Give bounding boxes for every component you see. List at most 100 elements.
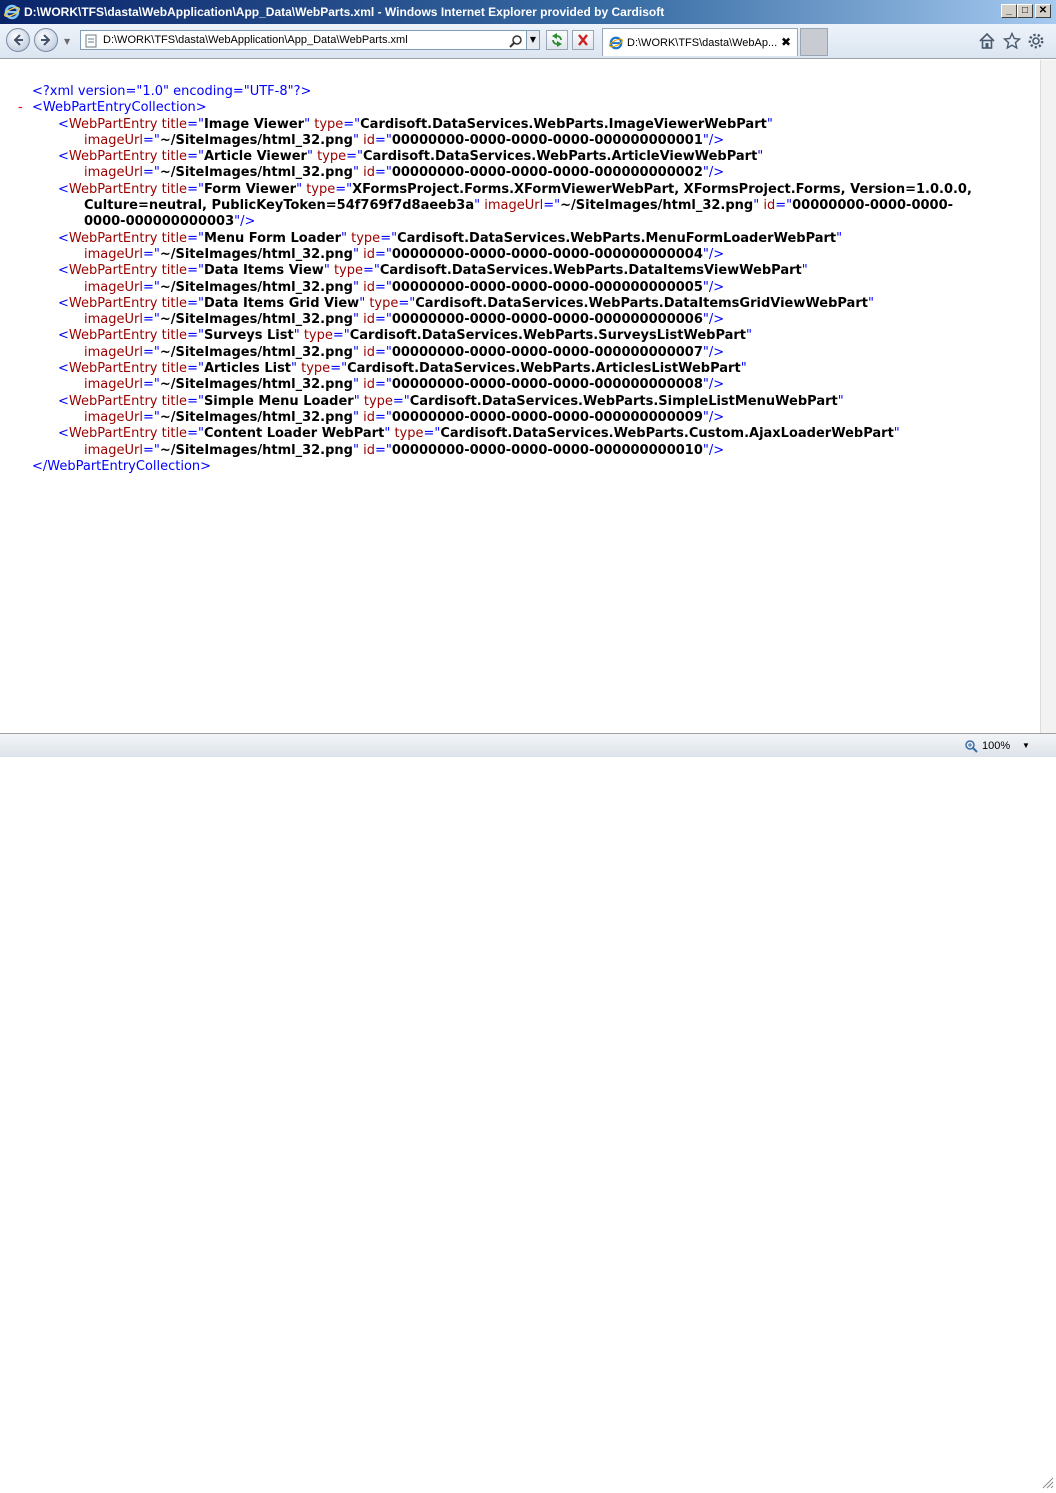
xml-quote: =" bbox=[374, 312, 392, 328]
zoom-dropdown-icon[interactable]: ▼ bbox=[1022, 741, 1030, 750]
address-input[interactable] bbox=[103, 32, 483, 48]
gear-icon[interactable] bbox=[1027, 32, 1045, 54]
entry-line: imageUrl="~/SiteImages/html_32.png" id="… bbox=[0, 443, 1040, 459]
attr-name: imageUrl bbox=[84, 409, 143, 425]
entry-title: Image Viewer bbox=[203, 116, 305, 132]
entry-line: Culture=neutral, PublicKeyToken=54f769f7… bbox=[0, 198, 1040, 214]
new-tab-button[interactable] bbox=[800, 28, 828, 56]
entry-type: Cardisoft.DataServices.WebParts.DataItem… bbox=[415, 295, 868, 311]
address-bar[interactable] bbox=[80, 30, 528, 50]
xml-quote: " bbox=[474, 198, 485, 214]
entry-image-url: ~/SiteImages/html_32.png bbox=[159, 132, 353, 148]
home-icon[interactable] bbox=[978, 32, 996, 54]
entry-line: imageUrl="~/SiteImages/html_32.png" id="… bbox=[0, 165, 1040, 181]
xml-bracket: "/> bbox=[702, 165, 725, 181]
zoom-control[interactable]: 100% ▼ bbox=[960, 737, 1040, 755]
vertical-scrollbar[interactable] bbox=[1040, 60, 1056, 733]
forward-arrow-icon bbox=[41, 34, 51, 46]
attr-name: type bbox=[306, 181, 336, 197]
attr-name: imageUrl bbox=[84, 377, 143, 393]
refresh-button[interactable] bbox=[546, 30, 568, 50]
history-dropdown-icon[interactable]: ▼ bbox=[64, 37, 70, 46]
resize-grip-icon[interactable] bbox=[1040, 1474, 1054, 1489]
xml-quote: =" bbox=[343, 116, 361, 132]
search-icon[interactable] bbox=[509, 33, 523, 52]
xml-quote: =" bbox=[362, 263, 380, 279]
attr-name: type bbox=[301, 361, 331, 377]
xml-quote: =" bbox=[380, 230, 398, 246]
xml-quote: " bbox=[352, 312, 364, 328]
close-button[interactable]: ✕ bbox=[1035, 4, 1051, 18]
xml-quote: =" bbox=[330, 361, 348, 377]
attr-name: id bbox=[763, 198, 776, 214]
star-icon[interactable] bbox=[1002, 31, 1022, 54]
xml-viewer: <?xml version="1.0" encoding="UTF-8"?> -… bbox=[0, 60, 1040, 733]
entry-type: Cardisoft.DataServices.WebParts.MenuForm… bbox=[397, 230, 837, 246]
xml-quote: " bbox=[352, 344, 364, 360]
minimize-button[interactable]: _ bbox=[1001, 4, 1017, 18]
xml-quote: " bbox=[359, 295, 370, 311]
attr-name: imageUrl bbox=[84, 442, 143, 458]
tab-close-icon[interactable]: ✖ bbox=[781, 35, 791, 49]
attr-name: imageUrl bbox=[84, 279, 143, 295]
back-button[interactable] bbox=[6, 28, 30, 52]
xml-quote: " bbox=[837, 393, 844, 409]
attr-name: id bbox=[363, 246, 375, 262]
xml-quote: " bbox=[306, 149, 318, 165]
xml-quote: " bbox=[352, 442, 364, 458]
entry-tag-name: WebPartEntry bbox=[68, 263, 162, 279]
xml-quote: " bbox=[352, 377, 364, 393]
xml-quote: " bbox=[836, 230, 843, 246]
entry-id: 00000000-0000-0000-0000-000000000010 bbox=[391, 442, 703, 458]
xml-quote: " bbox=[740, 361, 747, 377]
xml-quote: " bbox=[352, 246, 364, 262]
xml-quote: =" bbox=[374, 279, 392, 295]
entry-line: <WebPartEntry title="Simple Menu Loader"… bbox=[0, 394, 1040, 410]
xml-quote: " bbox=[352, 409, 364, 425]
attr-name: type bbox=[369, 295, 399, 311]
entry-id: 00000000-0000-0000-0000-000000000007 bbox=[391, 344, 703, 360]
entry-line: <WebPartEntry title="Image Viewer" type=… bbox=[0, 117, 1040, 133]
address-dropdown-button[interactable]: ▼ bbox=[526, 30, 540, 50]
attr-name: type bbox=[333, 263, 363, 279]
attr-name: type bbox=[317, 149, 347, 165]
collapse-toggle[interactable]: - bbox=[18, 100, 23, 116]
xml-bracket: < bbox=[58, 149, 69, 165]
tab-active[interactable]: D:\WORK\TFS\dasta\WebAp... ✖ bbox=[602, 28, 798, 56]
entry-line: <WebPartEntry title="Data Items View" ty… bbox=[0, 263, 1040, 279]
xml-quote: " bbox=[867, 295, 874, 311]
entry-type: Cardisoft.DataServices.WebParts.DataItem… bbox=[379, 263, 802, 279]
attr-name: imageUrl bbox=[84, 165, 143, 181]
maximize-button[interactable]: □ bbox=[1017, 4, 1033, 18]
xml-bracket: "/> bbox=[702, 132, 725, 148]
attr-name: imageUrl bbox=[84, 344, 143, 360]
entry-tag-name: WebPartEntry bbox=[68, 116, 162, 132]
xml-quote: " bbox=[291, 361, 302, 377]
xml-quote: =" bbox=[142, 344, 160, 360]
attr-name: type bbox=[351, 230, 381, 246]
entry-tag-name: WebPartEntry bbox=[68, 328, 162, 344]
xml-quote: " bbox=[293, 328, 304, 344]
entry-id: 00000000-0000-0000-0000-000000000008 bbox=[391, 377, 703, 393]
forward-button[interactable] bbox=[34, 28, 58, 52]
entry-line: imageUrl="~/SiteImages/html_32.png" id="… bbox=[0, 280, 1040, 296]
window-title-bar[interactable]: D:\WORK\TFS\dasta\WebApplication\App_Dat… bbox=[0, 0, 1056, 24]
xml-quote: =" bbox=[374, 132, 392, 148]
browser-toolbar: ▼ ▼ D:\WORK\TFS\dasta\WebAp... ✖ bbox=[0, 24, 1056, 59]
xml-quote: =" bbox=[392, 393, 410, 409]
entry-id: 0000-000000000003 bbox=[84, 214, 235, 230]
xml-quote: =" bbox=[187, 361, 204, 377]
entry-line: <WebPartEntry title="Articles List" type… bbox=[0, 361, 1040, 377]
xml-bracket: < bbox=[58, 263, 69, 279]
attr-name: title bbox=[161, 328, 188, 344]
entry-tag-name: WebPartEntry bbox=[68, 181, 162, 197]
entry-line: <WebPartEntry title="Article Viewer" typ… bbox=[0, 149, 1040, 165]
xml-quote: =" bbox=[142, 132, 160, 148]
xml-quote: =" bbox=[187, 230, 204, 246]
xml-bracket: < bbox=[58, 361, 69, 377]
stop-button[interactable] bbox=[572, 30, 594, 50]
entry-image-url: ~/SiteImages/html_32.png bbox=[159, 344, 353, 360]
xml-bracket: "/> bbox=[702, 377, 725, 393]
xml-quote: " bbox=[296, 181, 307, 197]
back-arrow-icon bbox=[13, 34, 23, 46]
